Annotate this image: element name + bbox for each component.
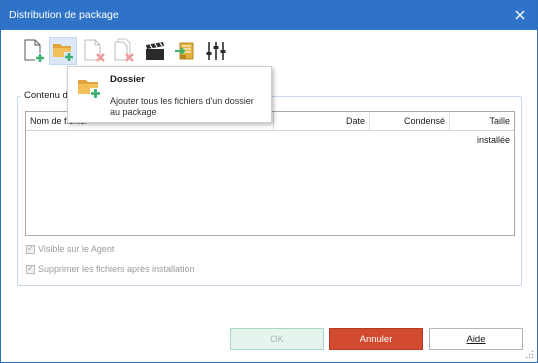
file-list[interactable]: Nom de fichier Date Condensé Taille inst… (25, 111, 515, 236)
settings-button[interactable] (202, 37, 230, 65)
remove-file-icon (84, 39, 105, 62)
column-digest[interactable]: Condensé (370, 112, 450, 131)
delete-after-install-checkbox[interactable]: ✓ Supprimer les fichiers après installat… (26, 264, 195, 274)
tooltip-title: Dossier (110, 74, 145, 85)
clapperboard-icon (146, 42, 164, 60)
new-file-button[interactable] (20, 37, 48, 65)
column-date[interactable]: Date (274, 112, 370, 131)
package-distribution-dialog: Distribution de package Contenu de Nom d… (0, 0, 538, 363)
close-icon (515, 10, 525, 20)
checkbox-box: ✓ (26, 244, 35, 254)
add-folder-button[interactable] (49, 37, 77, 65)
import-button[interactable] (171, 37, 199, 65)
window-title: Distribution de package (9, 9, 119, 21)
ok-button[interactable]: OK (230, 328, 324, 350)
delete-after-install-label: Supprimer les fichiers après installatio… (38, 264, 195, 274)
title-bar: Distribution de package (1, 1, 537, 30)
folder-add-icon (78, 80, 101, 99)
help-button[interactable]: Aide (429, 328, 523, 350)
import-icon (175, 42, 194, 60)
help-button-label: Aide (466, 333, 486, 345)
visible-agent-checkbox[interactable]: ✓ Visible sur le Agent (26, 244, 114, 254)
column-installed-size[interactable]: Taille installée (450, 112, 514, 145)
close-button[interactable] (511, 6, 529, 24)
new-file-icon (24, 39, 45, 63)
media-button[interactable] (141, 37, 169, 65)
add-folder-icon (53, 44, 74, 62)
resize-grip-icon[interactable] (525, 350, 534, 359)
folder-tooltip: Dossier Ajouter tous les fichiers d'un d… (67, 66, 272, 123)
remove-all-button[interactable] (110, 37, 138, 65)
visible-agent-label: Visible sur le Agent (38, 244, 115, 254)
cancel-button[interactable]: Annuler (329, 328, 423, 350)
remove-file-button[interactable] (80, 37, 108, 65)
remove-all-icon (114, 38, 134, 62)
settings-sliders-icon (206, 42, 226, 60)
tooltip-description: Ajouter tous les fichiers d'un dossier a… (110, 96, 254, 117)
checkbox-box: ✓ (26, 264, 35, 274)
